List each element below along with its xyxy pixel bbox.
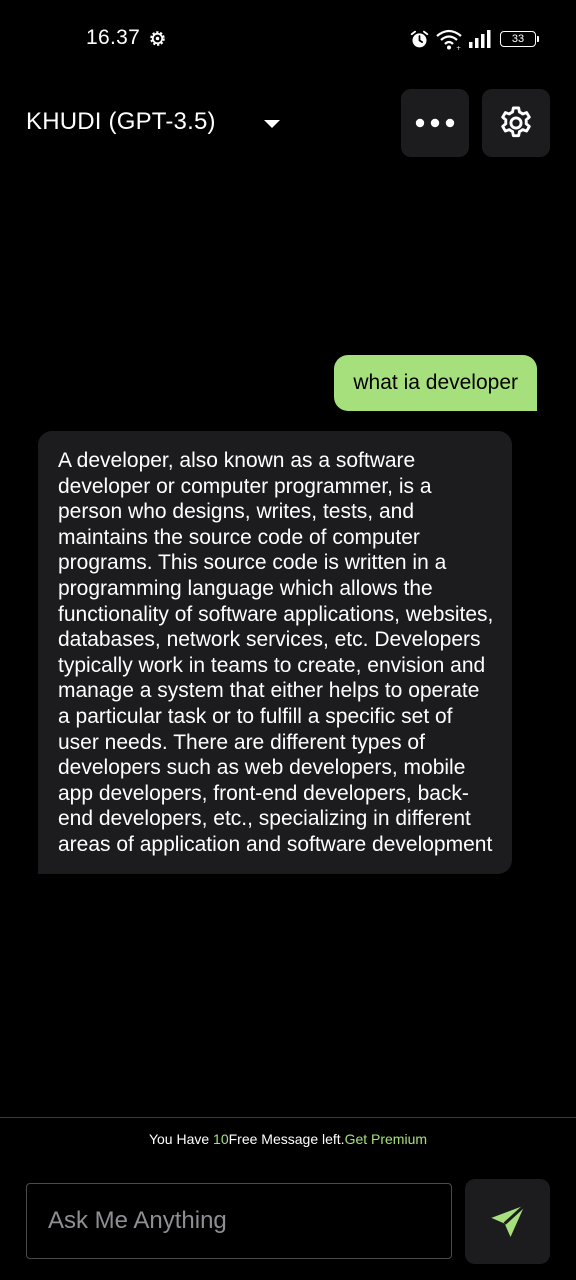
wifi-icon: +: [436, 29, 462, 50]
settings-button[interactable]: [482, 89, 550, 157]
battery-icon: 33: [500, 31, 539, 47]
gear-icon: [150, 31, 165, 46]
free-message-quota: You Have 10Free Message left.Get Premium: [0, 1131, 576, 1147]
quota-count: 10: [213, 1131, 229, 1147]
status-icons: + 33: [409, 27, 539, 51]
model-title[interactable]: KHUDI (GPT-3.5): [26, 108, 216, 136]
quota-prefix: You Have: [148, 1131, 214, 1147]
get-premium-link[interactable]: Get Premium: [345, 1131, 427, 1147]
send-button[interactable]: [465, 1179, 550, 1264]
settings-gear-icon: [501, 106, 531, 138]
status-bar: 16.37 + 33: [0, 0, 576, 78]
message-input[interactable]: [26, 1183, 452, 1259]
assistant-message-bubble: A developer, also known as a software de…: [38, 431, 512, 874]
footer-divider: [0, 1117, 576, 1118]
battery-level: 33: [511, 33, 525, 45]
svg-text:+: +: [456, 45, 461, 50]
alarm-icon: [410, 30, 429, 47]
user-message-text: what ia developer: [353, 371, 518, 394]
more-dots-icon: [415, 118, 455, 128]
quota-suffix: Free Message left.: [228, 1131, 345, 1147]
more-options-button[interactable]: [401, 89, 469, 157]
status-time: 16.37: [86, 26, 141, 49]
dropdown-caret-icon[interactable]: [262, 118, 282, 130]
send-icon: [490, 1203, 526, 1237]
signal-icon: [469, 30, 491, 48]
assistant-message-text: A developer, also known as a software de…: [58, 449, 494, 856]
user-message-bubble: what ia developer: [334, 355, 537, 411]
